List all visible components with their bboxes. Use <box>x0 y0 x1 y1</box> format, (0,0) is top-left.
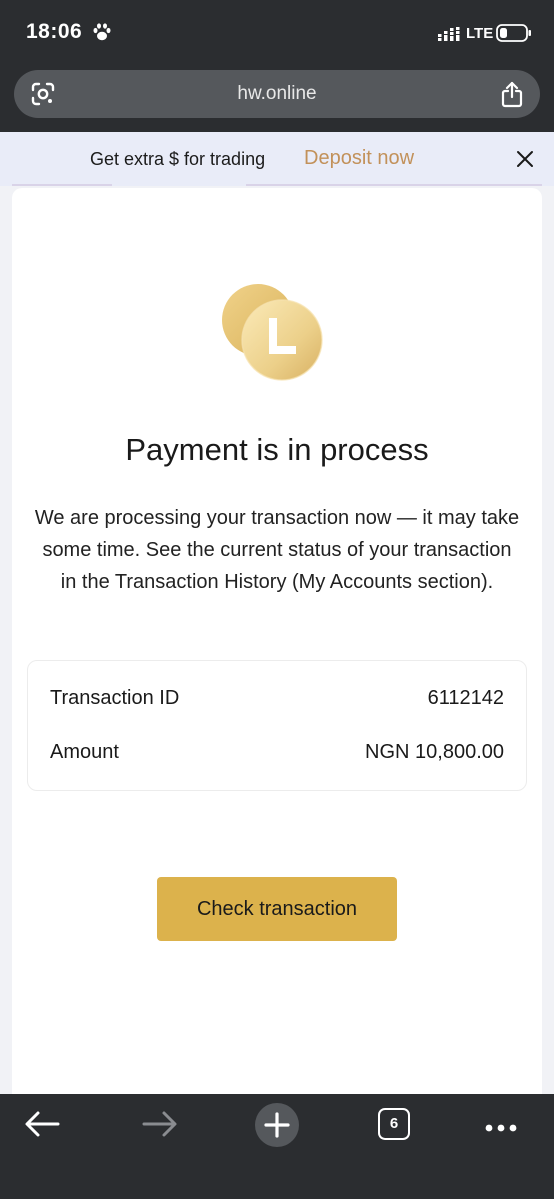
promo-text: Get extra $ for trading <box>90 149 266 169</box>
tab-count: 6 <box>378 1108 410 1140</box>
status-description: We are processing your transaction now —… <box>34 507 520 593</box>
status-bar: 18:06 LTE <box>0 0 554 66</box>
url-text[interactable]: hw.online <box>14 83 540 105</box>
battery-icon <box>496 24 532 47</box>
tab-switcher-button[interactable]: 6 <box>378 1108 410 1140</box>
browser-toolbar: hw.online <box>0 66 554 132</box>
transaction-id-value: 6112142 <box>427 687 504 709</box>
payment-status-card: Payment is in process We are processing … <box>12 188 542 1094</box>
browser-bottom-bar: 6 <box>0 1094 554 1199</box>
new-tab-icon[interactable] <box>254 1102 300 1153</box>
share-icon[interactable] <box>500 80 524 113</box>
page-content: Payment is in process We are processing … <box>0 186 554 1094</box>
address-bar[interactable]: hw.online <box>14 70 540 118</box>
forward-arrow-icon[interactable] <box>140 1106 180 1147</box>
signal-icon <box>438 27 462 46</box>
transaction-id-label: Transaction ID <box>50 687 180 709</box>
network-type: LTE <box>466 25 494 42</box>
detail-row: Amount NGN 10,800.00 <box>50 741 504 771</box>
detail-row: Transaction ID 6112142 <box>50 687 504 717</box>
coin-icon <box>220 284 332 388</box>
status-time: 18:06 <box>26 20 83 43</box>
more-menu-icon[interactable] <box>484 1120 518 1138</box>
check-transaction-button[interactable]: Check transaction <box>157 877 397 941</box>
promo-banner: Get extra $ for trading Deposit now <box>0 132 554 187</box>
back-arrow-icon[interactable] <box>22 1106 62 1147</box>
deposit-now-link[interactable]: Deposit now <box>304 147 414 170</box>
page-title: Payment is in process <box>125 432 429 467</box>
amount-value: NGN 10,800.00 <box>365 741 504 763</box>
paw-icon <box>92 22 112 47</box>
transaction-details: Transaction ID 6112142 Amount NGN 10,800… <box>27 660 527 791</box>
close-icon[interactable] <box>516 150 534 173</box>
amount-label: Amount <box>50 741 119 763</box>
